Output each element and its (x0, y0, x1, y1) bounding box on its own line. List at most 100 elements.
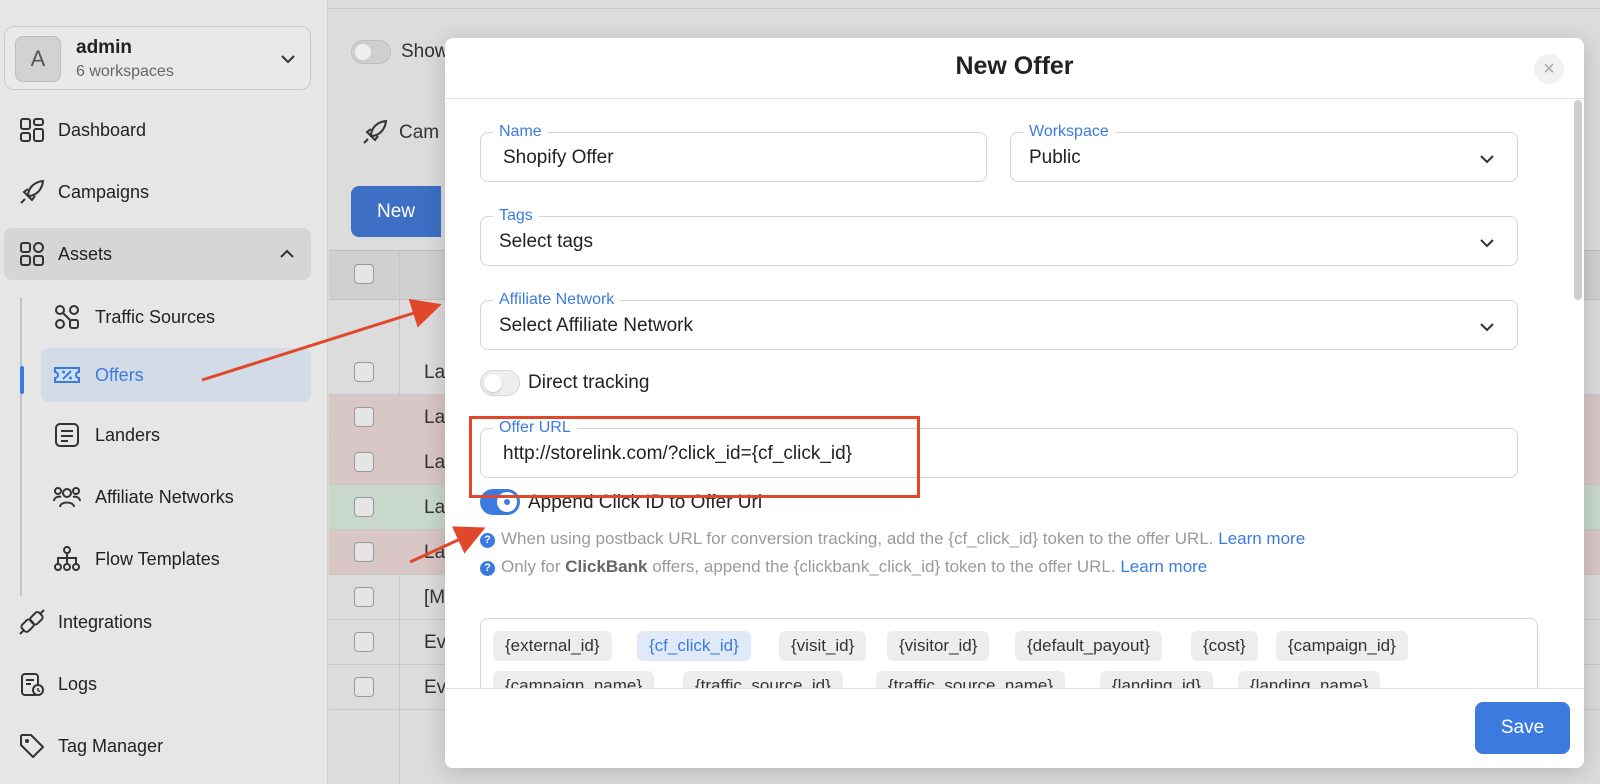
sidebar-item-label: Tag Manager (58, 736, 164, 756)
sidebar: A admin 6 workspaces Dashboard Campaigns… (0, 0, 328, 784)
workspace-user-name: admin (76, 37, 132, 58)
row-checkbox[interactable] (354, 632, 374, 652)
token-chip[interactable]: {campaign_id} (1276, 631, 1408, 661)
row-checkbox[interactable] (354, 677, 374, 697)
sidebar-item-assets[interactable]: Assets (4, 228, 311, 280)
divider (445, 98, 1584, 99)
tag-icon (20, 734, 44, 758)
sidebar-item-label: Campaigns (58, 182, 150, 202)
row-checkbox[interactable] (354, 497, 374, 517)
help-text-clickbank: ? Only for ClickBank offers, append the {… (480, 557, 1207, 577)
sidebar-item-integrations[interactable]: Integrations (4, 596, 311, 648)
direct-tracking-toggle[interactable] (480, 370, 520, 396)
sidebar-item-label: Offers (95, 365, 144, 385)
tags-value: Select tags (499, 231, 593, 252)
landers-icon (55, 423, 79, 447)
token-chip[interactable]: {default_payout} (1015, 631, 1162, 661)
token-chip[interactable]: {external_id} (493, 631, 612, 661)
affiliate-network-select[interactable]: Affiliate Network Select Affiliate Netwo… (480, 291, 1518, 350)
offer-url-field[interactable]: Offer URL http://storelink.com/?click_id… (480, 419, 1518, 478)
scrollbar[interactable] (1574, 100, 1582, 300)
tags-select[interactable]: Tags Select tags (480, 207, 1518, 266)
divider (329, 8, 1600, 9)
tab-campaigns[interactable]: Cam (361, 118, 439, 151)
append-click-id-toggle[interactable] (480, 489, 520, 515)
workspace-count: 6 workspaces (76, 63, 174, 80)
sidebar-item-label: Affiliate Networks (95, 487, 234, 507)
row-name: Ev (424, 677, 447, 698)
traffic-sources-icon (55, 305, 79, 329)
avatar: A (15, 36, 61, 82)
workspace-select[interactable]: Workspace Public (1010, 123, 1518, 182)
rocket-icon (363, 119, 388, 144)
submenu-guide-line (20, 298, 22, 596)
token-chip[interactable]: {cf_click_id} (637, 631, 751, 661)
field-label: Workspace (1023, 123, 1115, 141)
sidebar-item-affiliate-networks[interactable]: Affiliate Networks (41, 470, 311, 524)
offer-url-input[interactable]: http://storelink.com/?click_id={cf_click… (503, 443, 852, 465)
tab-label: Cam (399, 122, 440, 143)
sidebar-item-tag-manager[interactable]: Tag Manager (4, 720, 311, 772)
row-checkbox[interactable] (354, 542, 374, 562)
sidebar-item-offers[interactable]: Offers (41, 348, 311, 402)
workspace-switcher[interactable]: A admin 6 workspaces (4, 26, 311, 90)
learn-more-link[interactable]: Learn more (1120, 557, 1207, 576)
chevron-down-icon (1480, 155, 1494, 164)
field-label: Name (493, 123, 548, 141)
dialog-title: New Offer (955, 52, 1074, 80)
assets-icon (20, 242, 44, 266)
logs-icon (21, 673, 44, 696)
token-chip[interactable]: {visitor_id} (887, 631, 990, 661)
affiliate-network-value: Select Affiliate Network (499, 315, 693, 336)
sidebar-item-dashboard[interactable]: Dashboard (4, 104, 311, 156)
new-offer-dialog: New Offer × Name Shopify Offer Workspace… (445, 38, 1584, 768)
sidebar-item-label: Flow Templates (95, 549, 220, 569)
show-toggle[interactable] (351, 40, 391, 64)
dashboard-icon (20, 118, 44, 142)
sidebar-item-label: Integrations (58, 612, 153, 632)
question-icon: ? (480, 533, 495, 548)
sidebar-item-landers[interactable]: Landers (41, 408, 311, 462)
dialog-footer (445, 689, 1584, 768)
row-name: La (424, 497, 446, 518)
chevron-down-icon (1480, 239, 1494, 248)
sidebar-item-logs[interactable]: Logs (4, 658, 311, 710)
chevron-up-icon (280, 249, 294, 258)
field-label: Offer URL (493, 419, 577, 437)
token-list: {external_id} {cf_click_id} {visit_id} {… (480, 618, 1538, 701)
token-chip[interactable]: {cost} (1191, 631, 1258, 661)
save-button[interactable]: Save (1475, 702, 1570, 754)
help-text-postback: ? When using postback URL for conversion … (480, 529, 1305, 549)
row-name: La (424, 362, 446, 383)
chevron-down-icon (1480, 323, 1494, 332)
name-input[interactable]: Shopify Offer (503, 147, 614, 169)
row-name: [M (424, 587, 446, 608)
row-checkbox[interactable] (354, 452, 374, 472)
active-indicator (20, 366, 24, 394)
new-button[interactable]: New (351, 186, 441, 237)
field-label: Tags (493, 207, 539, 225)
close-icon[interactable]: × (1534, 54, 1564, 84)
token-chip[interactable]: {visit_id} (779, 631, 867, 661)
row-name: Ev (424, 632, 447, 653)
row-name: La (424, 407, 446, 428)
sidebar-item-flow-templates[interactable]: Flow Templates (41, 532, 311, 586)
rocket-icon (20, 179, 45, 204)
row-checkbox[interactable] (354, 362, 374, 382)
sidebar-item-label: Landers (95, 425, 161, 445)
row-checkbox[interactable] (354, 407, 374, 427)
row-name: La (424, 452, 446, 473)
show-label: Show (401, 41, 449, 62)
flow-icon (54, 546, 80, 571)
sidebar-item-traffic-sources[interactable]: Traffic Sources (41, 290, 311, 344)
field-label: Affiliate Network (493, 291, 621, 309)
ticket-icon (54, 367, 80, 383)
select-all-checkbox[interactable] (354, 264, 374, 284)
direct-tracking-label: Direct tracking (528, 372, 650, 393)
learn-more-link[interactable]: Learn more (1218, 529, 1305, 548)
name-field[interactable]: Name Shopify Offer (480, 123, 987, 182)
row-checkbox[interactable] (354, 587, 374, 607)
sidebar-item-label: Logs (58, 674, 98, 694)
sidebar-item-campaigns[interactable]: Campaigns (4, 166, 311, 218)
sidebar-item-label: Traffic Sources (95, 307, 216, 327)
